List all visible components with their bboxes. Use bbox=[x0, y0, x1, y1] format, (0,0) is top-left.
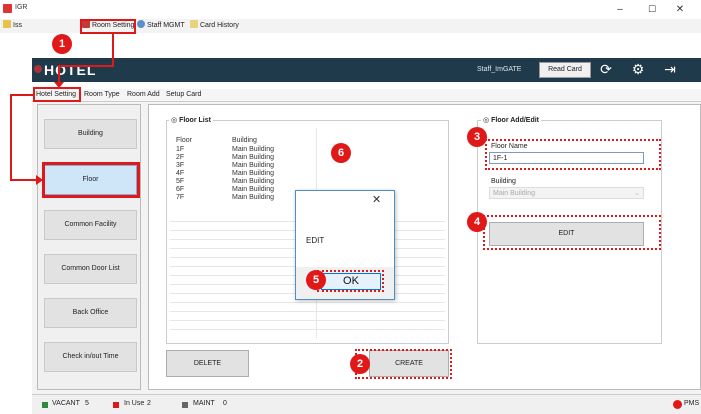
menu-item-issue[interactable]: Iss bbox=[3, 20, 22, 32]
highlight-hotel-setting bbox=[33, 87, 81, 102]
highlight-ok bbox=[317, 270, 384, 292]
sidebar-item-common-facility[interactable]: Common Facility bbox=[44, 210, 137, 240]
empty-row-line bbox=[170, 329, 445, 330]
connector-line bbox=[112, 34, 114, 66]
table-row[interactable]: 5F Main Building bbox=[170, 178, 445, 186]
dialog-close-icon[interactable]: ✕ bbox=[372, 193, 381, 206]
floor-list-title: ◎ Floor List bbox=[169, 116, 213, 124]
step-badge-1: 1 bbox=[52, 34, 72, 54]
maint-count: 0 bbox=[223, 400, 227, 407]
empty-row-line bbox=[170, 320, 445, 321]
menu-item-staff-mgmt[interactable]: Staff MGMT bbox=[137, 20, 185, 32]
minimize-button[interactable]: – bbox=[610, 2, 630, 17]
building-label: Building bbox=[491, 178, 516, 185]
pms-status-icon bbox=[673, 400, 682, 409]
table-row[interactable]: 1F Main Building bbox=[170, 146, 445, 154]
highlight-edit bbox=[483, 215, 661, 250]
building-cell: Main Building bbox=[232, 186, 275, 193]
logo-icon bbox=[34, 65, 42, 73]
table-row[interactable]: 2F Main Building bbox=[170, 154, 445, 162]
building-select[interactable]: Main Building ⌄ bbox=[489, 187, 644, 199]
delete-button[interactable]: DELETE bbox=[166, 350, 249, 377]
sidebar-item-common-door-list[interactable]: Common Door List bbox=[44, 254, 137, 284]
vacant-label: VACANT bbox=[52, 400, 80, 407]
read-card-button[interactable]: Read Card bbox=[539, 62, 591, 78]
floor-cell: 3F bbox=[176, 162, 185, 169]
step-badge-5: 5 bbox=[306, 270, 326, 290]
tab-room-type[interactable]: Room Type bbox=[84, 89, 120, 101]
highlight-floor-name bbox=[485, 139, 661, 170]
refresh-icon[interactable]: ⟳ bbox=[598, 61, 614, 78]
table-row[interactable]: 4F Main Building bbox=[170, 170, 445, 178]
connector-line bbox=[58, 65, 114, 67]
floor-cell: 5F bbox=[176, 178, 185, 185]
logged-user: Staff_ImGATE bbox=[477, 66, 522, 73]
connector-line bbox=[10, 94, 33, 96]
floor-cell: 7F bbox=[176, 194, 185, 201]
table-row[interactable]: 3F Main Building bbox=[170, 162, 445, 170]
floor-cell: 1F bbox=[176, 146, 185, 153]
empty-row-line bbox=[170, 302, 445, 303]
floor-add-edit-title-text: Floor Add/Edit bbox=[491, 117, 540, 124]
building-cell: Main Building bbox=[232, 146, 275, 153]
connector-line bbox=[10, 94, 12, 180]
status-bar: VACANT 5 In Use 2 MAINT 0 PMS bbox=[32, 394, 701, 414]
floor-list-title-text: Floor List bbox=[179, 117, 211, 124]
card-icon bbox=[3, 20, 11, 28]
staff-icon bbox=[137, 20, 145, 28]
step-badge-3: 3 bbox=[467, 127, 487, 147]
menu-item-staff-mgmt-label: Staff MGMT bbox=[147, 22, 185, 29]
settings-icon[interactable]: ⚙ bbox=[630, 61, 646, 78]
app-header: HOTEL Staff_ImGATE Read Card ⟳ ⚙ ⇥ bbox=[32, 58, 701, 82]
vacant-indicator bbox=[42, 402, 48, 408]
sidebar-item-check-in-out-time[interactable]: Check in/out Time bbox=[44, 342, 137, 372]
chevron-down-icon: ⌄ bbox=[634, 190, 640, 197]
step-badge-4: 4 bbox=[467, 212, 487, 232]
building-cell: Main Building bbox=[232, 194, 275, 201]
maint-label: MAINT bbox=[193, 400, 215, 407]
tab-room-add[interactable]: Room Add bbox=[127, 89, 160, 101]
maint-indicator bbox=[182, 402, 188, 408]
building-cell: Main Building bbox=[232, 154, 275, 161]
history-icon bbox=[190, 20, 198, 28]
close-button[interactable]: ✕ bbox=[670, 2, 690, 17]
tab-setup-card[interactable]: Setup Card bbox=[166, 89, 201, 101]
building-cell: Main Building bbox=[232, 178, 275, 185]
title-bar: IGR – ☐ ✕ bbox=[0, 0, 701, 19]
step-badge-2: 2 bbox=[350, 354, 370, 374]
menu-item-card-history-label: Card History bbox=[200, 22, 239, 29]
building-cell: Main Building bbox=[232, 162, 275, 169]
tab-strip: Hotel Setting Room Type Room Add Setup C… bbox=[32, 89, 701, 101]
inuse-indicator bbox=[113, 402, 119, 408]
building-cell: Main Building bbox=[232, 170, 275, 177]
floor-cell: 2F bbox=[176, 154, 185, 161]
column-header-building: Building bbox=[232, 137, 257, 144]
menu-item-issue-label: Iss bbox=[13, 22, 22, 29]
sidebar-item-building[interactable]: Building bbox=[44, 119, 137, 149]
connector-line bbox=[10, 179, 38, 181]
sidebar-item-back-office[interactable]: Back Office bbox=[44, 298, 137, 328]
dialog-message: EDIT bbox=[306, 236, 325, 245]
pms-label: PMS bbox=[684, 400, 700, 407]
floor-cell: 4F bbox=[176, 170, 185, 177]
floor-add-edit-title: ◎ Floor Add/Edit bbox=[481, 116, 542, 124]
step-badge-6: 6 bbox=[331, 143, 351, 163]
inuse-count: 2 bbox=[147, 400, 151, 407]
empty-row-line bbox=[170, 311, 445, 312]
maximize-button[interactable]: ☐ bbox=[642, 2, 662, 17]
highlight-room-setting bbox=[80, 19, 136, 34]
app-icon bbox=[3, 4, 12, 13]
inuse-label: In Use bbox=[124, 400, 145, 407]
building-select-value: Main Building bbox=[493, 190, 536, 197]
vacant-count: 5 bbox=[85, 400, 89, 407]
window-title: IGR bbox=[15, 4, 28, 11]
floor-cell: 6F bbox=[176, 186, 185, 193]
logout-icon[interactable]: ⇥ bbox=[662, 61, 678, 78]
column-header-floor: Floor bbox=[176, 137, 192, 144]
menu-item-card-history[interactable]: Card History bbox=[190, 20, 239, 32]
highlight-floor bbox=[42, 162, 140, 198]
